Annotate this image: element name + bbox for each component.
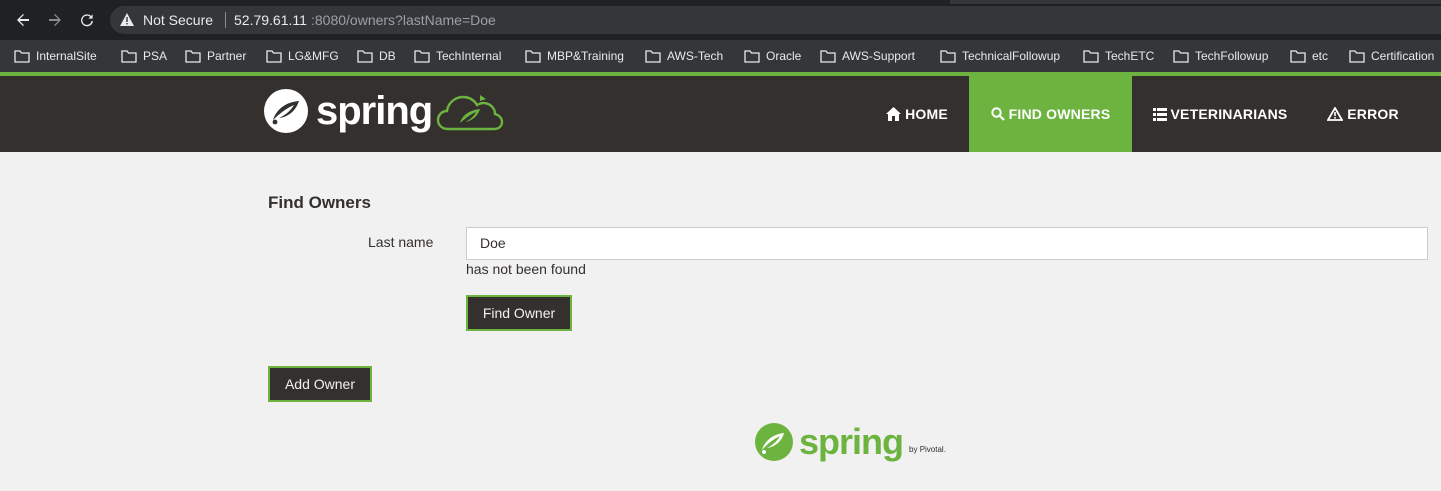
arrow-left-icon bbox=[17, 14, 29, 26]
nav-error[interactable]: ERROR bbox=[1316, 76, 1410, 152]
bookmark-label: Partner bbox=[207, 49, 247, 63]
spring-logo[interactable]: spring bbox=[262, 86, 504, 136]
forward-button[interactable] bbox=[44, 9, 66, 31]
nav-veterinarians-label: VETERINARIANS bbox=[1170, 106, 1288, 122]
find-owner-button[interactable]: Find Owner bbox=[466, 295, 572, 331]
folder-icon bbox=[1083, 49, 1099, 63]
nav-veterinarians[interactable]: VETERINARIANS bbox=[1140, 76, 1300, 152]
add-owner-button[interactable]: Add Owner bbox=[268, 366, 372, 402]
divider bbox=[225, 12, 226, 28]
browser-toolbar: Not Secure 52.79.61.11 :8080/owners?last… bbox=[0, 0, 1441, 40]
bookmark-item[interactable]: TechnicalFollowup bbox=[940, 47, 1060, 65]
bookmark-label: LG&MFG bbox=[288, 49, 339, 63]
nav-home[interactable]: HOME bbox=[872, 76, 962, 152]
bookmark-label: TechInternal bbox=[436, 49, 502, 63]
bookmark-item[interactable]: TechFollowup bbox=[1173, 47, 1268, 65]
folder-icon bbox=[645, 49, 661, 63]
url-path: :8080/owners?lastName=Doe bbox=[311, 12, 496, 28]
folder-icon bbox=[525, 49, 541, 63]
warning-icon bbox=[120, 13, 134, 26]
folder-icon bbox=[1349, 49, 1365, 63]
folder-icon bbox=[1290, 49, 1306, 63]
folder-icon bbox=[414, 49, 430, 63]
bookmark-label: MBP&Training bbox=[547, 49, 624, 63]
bookmark-item[interactable]: Certification bbox=[1349, 47, 1434, 65]
nav-home-label: HOME bbox=[905, 106, 948, 122]
spring-leaf-icon bbox=[755, 423, 793, 461]
bookmark-label: Oracle bbox=[766, 49, 802, 63]
page-title: Find Owners bbox=[268, 193, 371, 212]
folder-icon bbox=[121, 49, 137, 63]
bookmarks-bar: InternalSite PSA Partner LG&MFG DB TechIntern… bbox=[0, 40, 1441, 72]
bookmark-item[interactable]: TechETC bbox=[1083, 47, 1154, 65]
folder-icon bbox=[266, 49, 282, 63]
address-bar[interactable]: Not Secure 52.79.61.11 :8080/owners?last… bbox=[110, 6, 1441, 34]
petclinic-cloud-icon bbox=[437, 95, 504, 131]
bookmark-item[interactable]: MBP&Training bbox=[525, 47, 624, 65]
bookmark-item[interactable]: DB bbox=[357, 47, 396, 65]
warning-triangle-icon bbox=[1327, 107, 1344, 121]
bookmark-item[interactable]: AWS-Tech bbox=[645, 47, 723, 65]
back-button[interactable] bbox=[12, 9, 34, 31]
tab-strip bbox=[950, 0, 1441, 4]
bookmark-item[interactable]: PSA bbox=[121, 47, 167, 65]
bookmark-label: TechETC bbox=[1105, 49, 1155, 63]
bookmark-item[interactable]: Oracle bbox=[744, 47, 801, 65]
bookmark-label: TechnicalFollowup bbox=[962, 49, 1061, 63]
bookmark-item[interactable]: Partner bbox=[185, 47, 246, 65]
by-pivotal-text: by Pivotal. bbox=[909, 444, 946, 454]
last-name-label: Last name bbox=[368, 234, 434, 250]
logo-text: spring bbox=[316, 88, 433, 133]
reload-icon bbox=[81, 14, 93, 27]
bookmark-label: AWS-Tech bbox=[667, 49, 724, 63]
bookmark-item[interactable]: TechInternal bbox=[414, 47, 501, 65]
folder-icon bbox=[1173, 49, 1189, 63]
arrow-right-icon bbox=[49, 14, 61, 26]
bookmark-label: AWS-Support bbox=[842, 49, 915, 63]
footer-logo: spring by Pivotal. bbox=[753, 420, 946, 464]
folder-icon bbox=[940, 49, 956, 63]
bookmark-label: Certification bbox=[1371, 49, 1435, 63]
search-icon bbox=[990, 107, 1005, 121]
reload-button[interactable] bbox=[76, 9, 98, 31]
folder-icon bbox=[820, 49, 836, 63]
bookmark-label: PSA bbox=[143, 49, 168, 63]
bookmark-item[interactable]: LG&MFG bbox=[266, 47, 339, 65]
spring-leaf-icon bbox=[264, 89, 308, 133]
bookmark-label: etc bbox=[1312, 49, 1329, 63]
url-host: 52.79.61.11 bbox=[234, 12, 307, 28]
bookmark-item[interactable]: AWS-Support bbox=[820, 47, 915, 65]
bookmark-item[interactable]: InternalSite bbox=[14, 47, 97, 65]
app-navbar: spring HOME FIND OWNERS VETERINARIANS ER… bbox=[0, 72, 1441, 152]
bookmark-label: TechFollowup bbox=[1195, 49, 1269, 63]
nav-error-label: ERROR bbox=[1347, 106, 1399, 122]
folder-icon bbox=[14, 49, 30, 63]
folder-icon bbox=[357, 49, 373, 63]
last-name-input[interactable]: Doe bbox=[466, 227, 1428, 260]
folder-icon bbox=[185, 49, 201, 63]
home-icon bbox=[886, 107, 902, 121]
security-status[interactable]: Not Secure bbox=[143, 12, 213, 28]
footer-logo-text: spring bbox=[799, 421, 904, 462]
folder-icon bbox=[744, 49, 760, 63]
nav-find-owners[interactable]: FIND OWNERS bbox=[969, 76, 1132, 152]
bookmark-label: InternalSite bbox=[36, 49, 97, 63]
bookmark-label: DB bbox=[379, 49, 396, 63]
nav-find-owners-label: FIND OWNERS bbox=[1008, 106, 1111, 122]
bookmark-item[interactable]: etc bbox=[1290, 47, 1328, 65]
list-icon bbox=[1152, 107, 1167, 121]
error-message: has not been found bbox=[466, 261, 586, 277]
